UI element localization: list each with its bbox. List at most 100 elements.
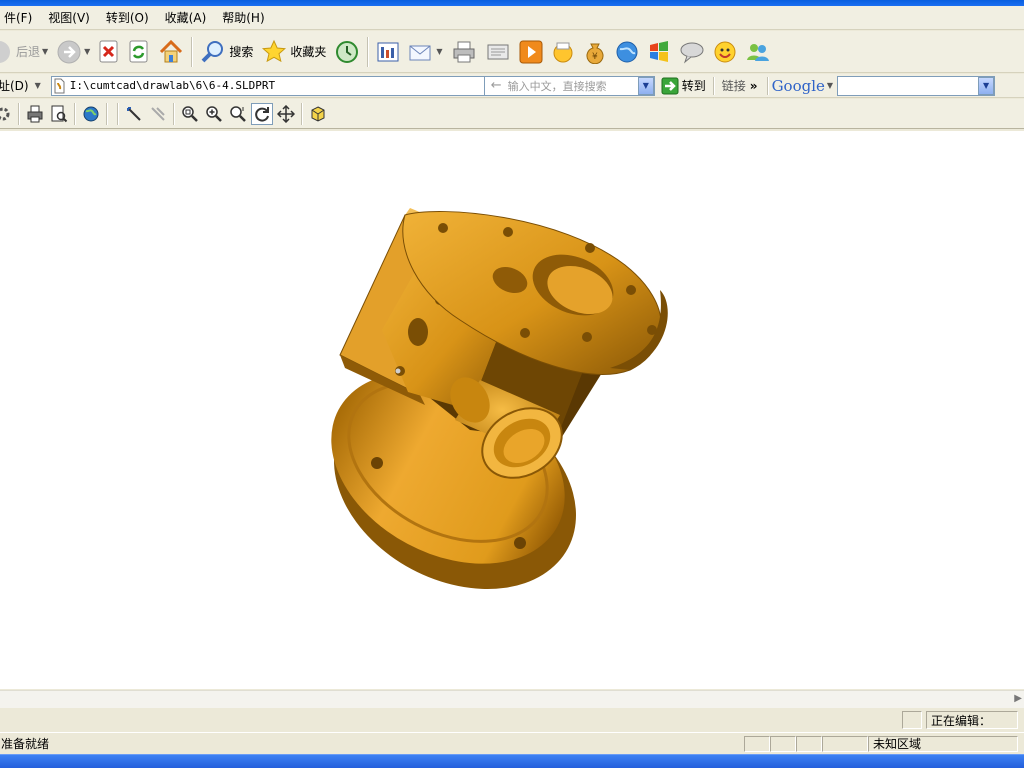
edit-document-icon	[487, 44, 509, 59]
links-label[interactable]: 链接	[722, 77, 746, 94]
search-button[interactable]: 搜索	[197, 35, 256, 69]
star-icon	[262, 39, 287, 62]
back-label: 后退	[16, 45, 41, 59]
editing-panel: 正在编辑：	[926, 711, 1018, 729]
address-separator	[766, 76, 769, 95]
svg-text:¥: ¥	[592, 52, 598, 62]
media-player-button[interactable]	[516, 35, 546, 69]
chat-button[interactable]	[676, 35, 708, 69]
stop-button[interactable]	[95, 35, 123, 69]
measure-icon	[127, 106, 141, 121]
forward-dropdown-icon[interactable]: ▼	[84, 47, 90, 56]
address-label-dropdown-icon[interactable]: ▼	[35, 81, 41, 90]
back-arrow-hint-icon: ←	[490, 78, 502, 93]
model-3d-view[interactable]	[0, 131, 1024, 689]
measure-disabled-icon	[151, 106, 165, 121]
history-clock-icon	[336, 40, 359, 63]
links-chevron-icon[interactable]: »	[750, 79, 758, 93]
chinese-search-input[interactable]: ← 输入中文，直接搜索 ▼	[484, 75, 655, 96]
pan-button[interactable]	[275, 103, 297, 125]
web-button[interactable]	[80, 103, 102, 125]
back-dropdown-icon[interactable]: ▼	[42, 47, 48, 56]
contacts-people-icon	[746, 43, 769, 61]
menu-view[interactable]: 视图(V)	[40, 9, 98, 26]
favorites-label: 收藏夹	[290, 45, 327, 59]
cad-toolbar-separator	[173, 102, 175, 125]
contacts-button[interactable]	[742, 35, 774, 69]
cad-toolbar-separator	[18, 102, 20, 125]
globe-button[interactable]	[612, 35, 642, 69]
play-icon	[519, 40, 543, 63]
edit-status-line: 正在编辑：	[0, 708, 1024, 732]
measure-disabled-button[interactable]	[147, 103, 169, 125]
back-button[interactable]: 后退 ▼	[0, 35, 51, 69]
smiley-icon	[714, 41, 736, 62]
cad-print-button[interactable]	[24, 103, 46, 125]
windows-taskbar[interactable]	[0, 754, 1024, 768]
display-mode-button[interactable]	[307, 103, 329, 125]
address-bar: 址(D) ▼ I:\cumtcad\drawlab\6\6-4.SLDPRT ←…	[0, 74, 1024, 98]
address-input[interactable]: I:\cumtcad\drawlab\6\6-4.SLDPRT	[50, 75, 485, 96]
status-text-panel: 准备就绪	[0, 736, 744, 752]
windows-button[interactable]	[644, 35, 674, 69]
stop-icon	[99, 40, 118, 62]
google-dropdown-icon[interactable]: ▼	[827, 81, 833, 90]
google-search-input[interactable]: ▼	[837, 75, 996, 96]
scroll-right-icon[interactable]: ▶	[1014, 693, 1022, 704]
favorites-button[interactable]: 收藏夹	[258, 35, 329, 69]
model-viewport[interactable]	[0, 131, 1024, 689]
messenger-button[interactable]	[548, 35, 578, 69]
status-panel	[822, 735, 868, 752]
zoom-area-icon	[230, 105, 246, 122]
shaded-cube-icon	[311, 105, 325, 122]
toolbar-separator	[367, 36, 370, 67]
address-dropdown-button[interactable]: ▼	[637, 76, 654, 95]
address-label: 址(D)	[0, 79, 29, 93]
home-button[interactable]	[155, 35, 187, 69]
windows-logo-icon	[649, 40, 668, 62]
media-panel-icon	[377, 42, 399, 61]
rotate-icon	[255, 106, 269, 122]
print-preview-button[interactable]	[48, 103, 70, 125]
google-search-dropdown-button[interactable]: ▼	[978, 76, 995, 95]
status-panel	[796, 735, 822, 752]
print-button[interactable]	[448, 35, 480, 69]
money-button[interactable]: ¥	[580, 35, 610, 69]
menu-help[interactable]: 帮助(H)	[214, 9, 272, 26]
smiley-button[interactable]	[710, 35, 740, 69]
status-panel	[770, 735, 796, 752]
address-separator	[712, 76, 715, 95]
mail-button[interactable]: ▼	[405, 35, 445, 69]
menu-favorites[interactable]: 收藏(A)	[157, 9, 215, 26]
refresh-icon	[129, 40, 148, 62]
pan-arrows-icon	[277, 104, 295, 123]
google-label: Google	[771, 76, 825, 95]
globe-icon	[616, 41, 638, 62]
menu-file[interactable]: 件(F)	[0, 9, 40, 26]
history-button[interactable]	[331, 35, 363, 69]
back-arrow-icon	[0, 40, 10, 63]
media-button[interactable]	[373, 35, 403, 69]
go-button[interactable]: 转到	[658, 75, 709, 97]
mail-icon	[409, 45, 431, 60]
forward-button[interactable]: ▼	[53, 35, 93, 69]
options-button[interactable]	[0, 103, 14, 125]
zoom-to-fit-button[interactable]	[179, 103, 201, 125]
mail-dropdown-icon[interactable]: ▼	[436, 47, 442, 56]
measure-button[interactable]	[123, 103, 145, 125]
cad-toolbar-separator	[301, 102, 303, 125]
zoom-in-button[interactable]	[203, 103, 225, 125]
edit-button[interactable]	[482, 35, 514, 69]
horizontal-scrollbar[interactable]: ▶	[0, 690, 1024, 708]
money-bag-icon: ¥	[586, 43, 603, 64]
zoom-area-button[interactable]	[227, 103, 249, 125]
search-icon	[201, 40, 224, 62]
google-toolbar-logo[interactable]: Google ▼	[772, 77, 833, 95]
menu-go[interactable]: 转到(O)	[98, 9, 157, 26]
printer-icon	[453, 41, 475, 62]
refresh-button[interactable]	[125, 35, 153, 69]
rotate-button[interactable]	[251, 102, 273, 125]
gear-icon	[0, 107, 10, 120]
home-icon	[160, 39, 183, 62]
globe-icon	[83, 106, 99, 121]
